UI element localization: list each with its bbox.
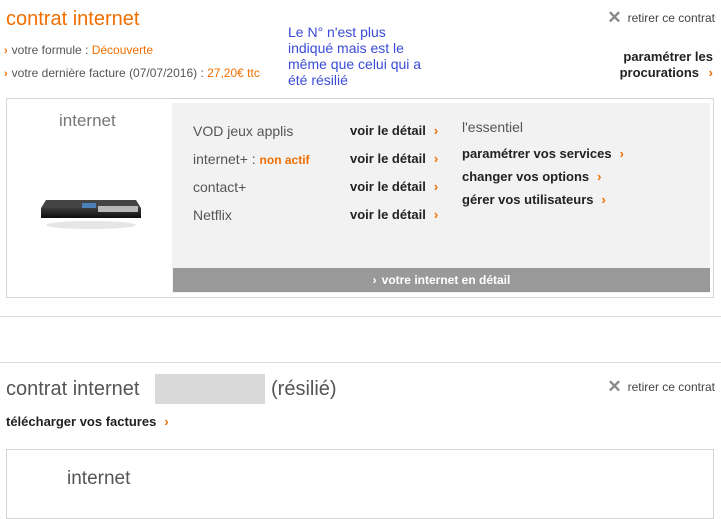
chevron-right-icon: › [708, 65, 713, 80]
essentials-title: l'essentiel [462, 119, 524, 135]
bullet-chevron-icon: › [4, 68, 8, 80]
manage-users-link[interactable]: gérer vos utilisateurs › [462, 192, 606, 207]
service-name-netflix: Netflix [193, 207, 232, 223]
contract-title: contrat internet [6, 8, 140, 30]
procurations-link[interactable]: paramétrer les procurations › [620, 49, 713, 81]
service-detail-link-vod[interactable]: voir le détail › [350, 123, 438, 138]
formula-label: votre formule : [11, 43, 92, 57]
divider [0, 362, 721, 363]
remove-contract-button[interactable]: ✕ retirer ce contrat [607, 9, 715, 26]
close-icon: ✕ [607, 377, 622, 396]
invoice-line: › votre dernière facture (07/07/2016) : 2… [4, 66, 260, 80]
invoice-label: votre dernière facture (07/07/2016) : [11, 66, 208, 80]
chevron-right-icon: › [433, 123, 439, 138]
chevron-right-icon: › [433, 151, 439, 166]
procurations-label-1: paramétrer les [623, 49, 713, 64]
card-label: internet [59, 111, 116, 130]
internet-detail-label: votre internet en détail [381, 273, 511, 287]
livebox-device-icon [38, 190, 143, 240]
remove-contract-button-terminated[interactable]: ✕ retirer ce contrat [607, 378, 715, 395]
contract-title-terminated: contrat internet [6, 378, 140, 400]
formula-value[interactable]: Découverte [92, 43, 153, 57]
divider [0, 316, 721, 317]
card-label: internet [67, 468, 131, 489]
close-icon: ✕ [607, 8, 622, 27]
download-invoices-link[interactable]: télécharger vos factures › [6, 414, 169, 429]
chevron-right-icon: › [597, 169, 602, 184]
chevron-right-icon: › [601, 192, 606, 207]
service-name-vod: VOD jeux applis [193, 123, 294, 139]
internet-detail-button[interactable]: › votre internet en détail [173, 268, 710, 292]
annotation-note: Le N° n'est plus indiqué mais est le mêm… [280, 22, 428, 98]
remove-contract-label: retirer ce contrat [627, 379, 715, 394]
service-name-contact-plus: contact+ [193, 179, 247, 195]
invoice-value[interactable]: 27,20€ ttc [207, 66, 260, 80]
service-detail-link-netflix[interactable]: voir le détail › [350, 207, 438, 222]
chevron-right-icon: › [372, 273, 377, 287]
formula-line: › votre formule : Découverte [4, 43, 153, 57]
chevron-right-icon: › [164, 414, 169, 429]
bullet-chevron-icon: › [4, 45, 8, 57]
chevron-right-icon: › [433, 179, 439, 194]
contract-status: (résilié) [271, 378, 337, 400]
service-name-internet-plus: internet+ : non actif [193, 151, 310, 167]
remove-contract-label: retirer ce contrat [627, 10, 715, 25]
procurations-label-2: procurations [619, 65, 700, 80]
chevron-right-icon: › [619, 146, 624, 161]
service-detail-link-internet-plus[interactable]: voir le détail › [350, 151, 438, 166]
service-detail-link-contact-plus[interactable]: voir le détail › [350, 179, 438, 194]
change-options-link[interactable]: changer vos options › [462, 169, 601, 184]
redacted-number [155, 374, 265, 404]
service-status-inactive: non actif [259, 153, 310, 167]
chevron-right-icon: › [433, 207, 439, 222]
configure-services-link[interactable]: paramétrer vos services › [462, 146, 624, 161]
